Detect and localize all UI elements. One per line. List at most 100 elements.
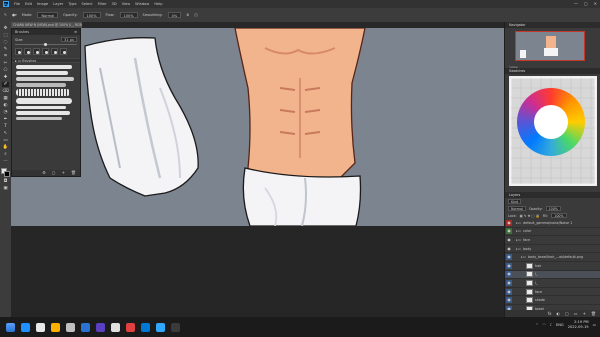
menu-view[interactable]: View: [122, 2, 131, 6]
menu-file[interactable]: File: [14, 2, 20, 6]
layer-row[interactable]: ◉ ▸▭ default_gamma/noise/Noise 1: [505, 219, 600, 228]
eye-icon[interactable]: ◉: [506, 228, 512, 235]
canvas[interactable]: [80, 28, 504, 226]
taskbar-app-icon[interactable]: [96, 322, 105, 332]
menu-window[interactable]: Window: [135, 2, 149, 6]
eye-icon[interactable]: ◉: [506, 219, 512, 226]
layer-row[interactable]: ◉ ▸▭ body: [505, 245, 600, 254]
quick-select-tool-icon[interactable]: ✎: [2, 47, 9, 52]
folder-icon[interactable]: ▸▭: [521, 255, 526, 259]
symmetry-icon[interactable]: ◫: [194, 13, 197, 17]
taskbar-app-icon[interactable]: [21, 322, 30, 332]
hand-tool-icon[interactable]: ✋: [2, 145, 9, 150]
crop-tool-icon[interactable]: ⌗: [2, 54, 9, 59]
eye-icon[interactable]: ◉: [506, 297, 512, 304]
folder-icon[interactable]: ▸▭: [516, 238, 521, 242]
taskbar-app-icon[interactable]: [111, 322, 120, 332]
layer-row[interactable]: ◉ ▸▭ color: [505, 228, 600, 237]
delete-layer-icon[interactable]: 🗑: [591, 310, 596, 317]
layer-fill-field[interactable]: 100%: [551, 213, 567, 218]
mask-icon[interactable]: ▢: [565, 310, 569, 317]
brush-stroke-item[interactable]: [16, 98, 72, 104]
smoothing-field[interactable]: 0%: [167, 12, 182, 18]
healing-tool-icon[interactable]: ✚: [2, 75, 9, 80]
dodge-tool-icon[interactable]: ◔: [2, 110, 9, 115]
frame-tool-icon[interactable]: ⎔: [2, 68, 9, 73]
brush-tool-icon[interactable]: ✐: [2, 82, 9, 87]
folder-icon[interactable]: ▸▭: [516, 247, 521, 251]
eye-icon[interactable]: ◉: [506, 254, 512, 261]
background-color[interactable]: [4, 171, 10, 177]
brush-stroke-item[interactable]: [16, 106, 66, 109]
layer-opacity-field[interactable]: 100%: [545, 206, 561, 211]
swatches-header[interactable]: Swatches: [505, 68, 600, 74]
brush-stroke-item[interactable]: [16, 117, 62, 120]
brush-preset[interactable]: [24, 48, 31, 55]
settings-icon[interactable]: ⚙: [42, 170, 46, 176]
brush-stroke-item[interactable]: [16, 65, 72, 69]
layer-row[interactable]: ◉ shade: [505, 296, 600, 305]
mode-select[interactable]: Normal: [37, 12, 59, 18]
taskbar-app-icon[interactable]: [51, 322, 60, 332]
layer-kind-filter[interactable]: Kind: [508, 199, 522, 204]
lock-icons[interactable]: ▦ ✎ ✥ ▢ 🔒: [520, 214, 540, 218]
brush-preset[interactable]: [60, 48, 67, 55]
close-button[interactable]: ✕: [594, 0, 597, 8]
size-field[interactable]: 31 px: [61, 37, 77, 42]
folder-new-icon[interactable]: ▢: [52, 170, 56, 176]
menu-edit[interactable]: Edit: [25, 2, 32, 6]
maximize-button[interactable]: ▢: [584, 0, 588, 8]
start-button[interactable]: [6, 322, 15, 332]
color-wheel[interactable]: [517, 88, 585, 156]
menu-type[interactable]: Type: [68, 2, 76, 6]
slice-tool-icon[interactable]: ✂: [2, 61, 9, 66]
eraser-tool-icon[interactable]: ⌫: [2, 89, 9, 94]
eye-icon[interactable]: ◉: [506, 237, 512, 243]
gradient-tool-icon[interactable]: ▦: [2, 96, 9, 101]
marquee-tool-icon[interactable]: ⬚: [2, 33, 9, 38]
brush-stroke-item[interactable]: [16, 111, 70, 115]
layer-row[interactable]: ◉ hair: [505, 262, 600, 271]
taskbar-app-icon[interactable]: [171, 322, 180, 332]
swatches-grid[interactable]: [509, 76, 597, 186]
menu-help[interactable]: Help: [154, 2, 162, 6]
taskbar-app-icon[interactable]: [66, 322, 75, 332]
size-slider[interactable]: [15, 42, 77, 46]
menu-layer[interactable]: Layer: [53, 2, 63, 6]
panel-menu-icon[interactable]: ≡: [74, 29, 77, 35]
brush-size-dropdown[interactable]: ●▾: [12, 13, 17, 17]
brush-stroke-item[interactable]: [16, 83, 66, 87]
blur-tool-icon[interactable]: ◐: [2, 103, 9, 108]
menu-image[interactable]: Image: [37, 2, 48, 6]
trash-icon[interactable]: 🗑: [71, 170, 76, 176]
folder-icon[interactable]: ▸▭: [516, 229, 521, 233]
adjustment-icon[interactable]: ◐: [557, 310, 561, 317]
pen-tool-icon[interactable]: ✒: [2, 117, 9, 122]
type-tool-icon[interactable]: T: [2, 124, 9, 129]
layer-row[interactable]: ◉ l_: [505, 270, 600, 280]
eye-icon[interactable]: ◉: [506, 262, 512, 269]
network-icon[interactable]: ◠: [543, 323, 546, 327]
quick-mask-icon[interactable]: ◘: [2, 179, 9, 184]
layer-row[interactable]: ◉ face: [505, 288, 600, 297]
blend-mode-select[interactable]: Normal: [508, 206, 526, 211]
tray-chevron-icon[interactable]: ⌃: [536, 323, 539, 327]
menu-3d[interactable]: 3D: [112, 2, 117, 6]
minimize-button[interactable]: —: [574, 0, 578, 8]
brush-preset[interactable]: [15, 48, 22, 55]
move-tool-icon[interactable]: ✥: [2, 26, 9, 31]
screen-mode-icon[interactable]: ▣: [2, 186, 9, 191]
opacity-field[interactable]: 100%: [82, 12, 101, 18]
eye-icon[interactable]: ◉: [506, 279, 512, 286]
new-layer-icon[interactable]: +: [583, 310, 586, 317]
layer-row[interactable]: ◉ ▸▭ face: [505, 236, 600, 245]
taskbar-app-icon[interactable]: [81, 322, 90, 332]
flow-field[interactable]: 100%: [119, 12, 138, 18]
eye-icon[interactable]: ◉: [506, 288, 512, 295]
menu-filter[interactable]: Filter: [98, 2, 107, 6]
brush-stroke-item[interactable]: [16, 71, 68, 75]
navigator-thumbnail[interactable]: [515, 31, 585, 61]
taskbar-app-icon[interactable]: [156, 322, 165, 332]
fx-icon[interactable]: fx: [548, 310, 552, 317]
volume-icon[interactable]: ♪: [550, 323, 552, 327]
